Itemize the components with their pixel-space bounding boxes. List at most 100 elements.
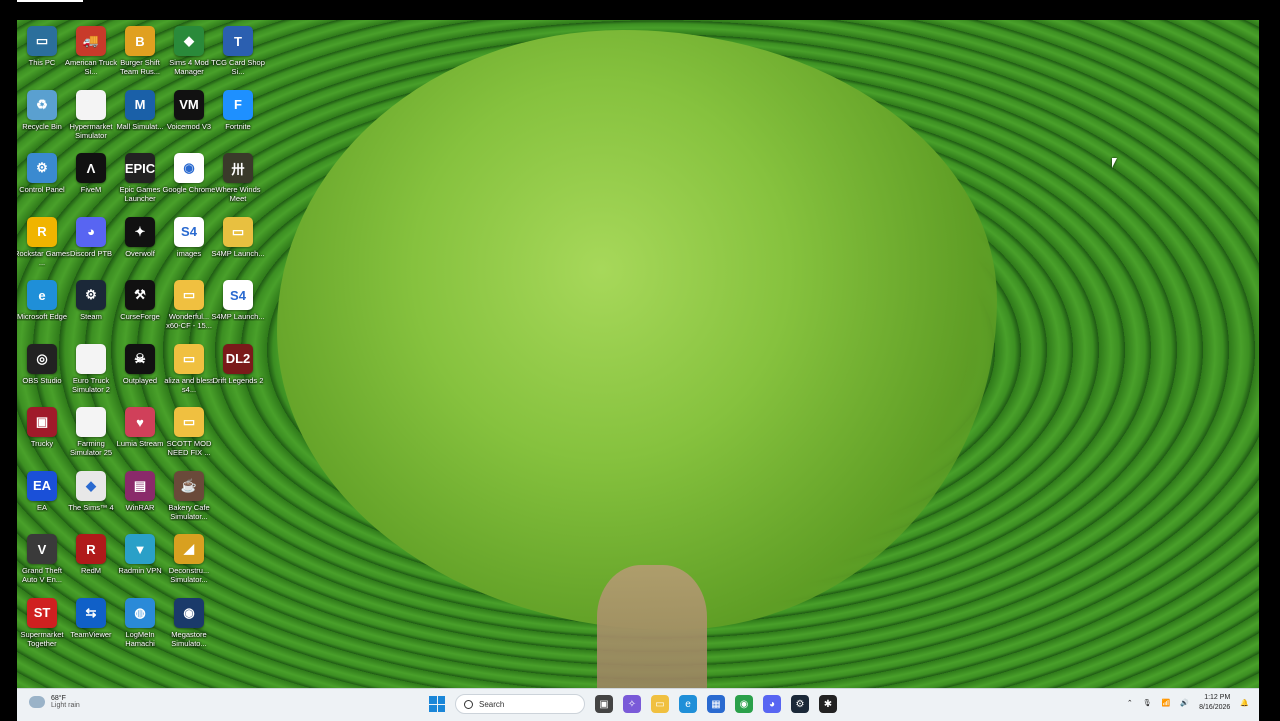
desktop-icon[interactable]: ▣ Trucky bbox=[17, 405, 67, 467]
taskbar-steam-icon[interactable]: ⚙ bbox=[791, 695, 809, 713]
time: 1:12 PM bbox=[1204, 694, 1231, 701]
microphone-icon[interactable]: 🎙 bbox=[1143, 699, 1152, 707]
desktop-icon[interactable]: DL2 Drift Legends 2 bbox=[213, 342, 263, 404]
taskbar-app-icon[interactable]: ✱ bbox=[819, 695, 837, 713]
desktop-icon[interactable]: ▭ S4MP Launch... bbox=[211, 215, 265, 277]
clock[interactable]: 1:12 PM 8/16/2026 bbox=[1199, 693, 1230, 713]
app-icon: R bbox=[27, 216, 57, 247]
desktop-icon[interactable]: B Burger Shift Team Rus... bbox=[115, 24, 165, 86]
desktop-icon-label: Steam bbox=[80, 312, 102, 321]
desktop-icon[interactable]: ◍ LogMeIn Hamachi bbox=[115, 596, 165, 658]
desktop-icon-label: Drift Legends 2 bbox=[212, 375, 264, 385]
desktop-icon[interactable]: R RedM bbox=[66, 532, 116, 594]
desktop-icon[interactable]: ▭ This PC bbox=[17, 24, 67, 86]
taskbar-copilot-icon[interactable]: ✧ bbox=[623, 695, 641, 713]
desktop-icon-label: FiveM bbox=[80, 185, 102, 194]
taskbar-search[interactable]: Search bbox=[455, 694, 585, 714]
desktop-icon-label: SCOTT MOD NEED FIX ... bbox=[166, 439, 212, 457]
desktop-icon[interactable]: ⚙ Steam bbox=[66, 278, 116, 340]
desktop-icon-label: Megastore Simulato... bbox=[171, 629, 207, 648]
desktop-icon[interactable]: EA EA bbox=[17, 469, 67, 531]
desktop-icon[interactable]: S4 images bbox=[164, 215, 214, 277]
speaker-icon[interactable]: 🔊 bbox=[1180, 699, 1189, 707]
desktop-icon[interactable]: M Mall Simulat... bbox=[115, 88, 165, 150]
desktop-icon[interactable]: V Grand Theft Auto V En... bbox=[17, 532, 67, 594]
desktop-icon[interactable]: ♻ Recycle Bin bbox=[17, 88, 67, 150]
desktop-icon[interactable]: ♥ Lumia Stream bbox=[115, 405, 165, 467]
desktop-icon-label: Radmin VPN bbox=[118, 566, 162, 575]
desktop-icon[interactable]: R Rockstar Games ... bbox=[17, 215, 70, 277]
desktop-icon[interactable]: e Microsoft Edge bbox=[17, 278, 67, 340]
desktop-icon[interactable]: ◉ Google Chrome bbox=[163, 151, 215, 213]
desktop-icon[interactable]: ⚙ Control Panel bbox=[17, 151, 67, 213]
weather-widget[interactable]: 68°F Light rain bbox=[29, 695, 80, 709]
desktop-icon-label: Burger Shift Team Rus... bbox=[119, 58, 160, 76]
desktop-icon[interactable]: ▤ WinRAR bbox=[115, 469, 165, 531]
desktop-icon[interactable]: ST Supermarket Together bbox=[17, 596, 67, 658]
start-button[interactable] bbox=[429, 696, 445, 712]
app-icon: ▭ bbox=[174, 280, 204, 310]
app-icon bbox=[76, 407, 106, 437]
desktop-icon[interactable]: EPIC Epic Games Launcher bbox=[115, 151, 165, 213]
desktop-icon[interactable]: ⚒ CurseForge bbox=[115, 278, 165, 340]
desktop-icon[interactable]: ◆ The Sims™ 4 bbox=[66, 469, 116, 531]
desktop-icon-label: WinRAR bbox=[125, 502, 155, 512]
desktop-icon[interactable]: Euro Truck Simulator 2 bbox=[66, 342, 116, 404]
desktop-icon[interactable]: VM Voicemod V3 bbox=[164, 88, 214, 150]
wallpaper-path bbox=[597, 565, 707, 688]
desktop-icon-label: Where Winds Meet bbox=[215, 185, 261, 203]
desktop-icon-label: TCG Card Shop Si... bbox=[211, 58, 265, 76]
app-icon: ⚙ bbox=[27, 153, 57, 183]
desktop-icon[interactable]: S4 S4MP Launch... bbox=[211, 278, 265, 340]
app-icon: ♥ bbox=[125, 407, 155, 437]
desktop-icon[interactable]: ▭ SCOTT MOD NEED FIX ... bbox=[164, 405, 214, 467]
desktop-icon[interactable]: ☕ Bakery Cafe Simulator... bbox=[164, 469, 214, 531]
app-icon: S4 bbox=[174, 216, 204, 247]
chevron-up-icon[interactable]: ⌃ bbox=[1127, 699, 1133, 707]
top-black-bar bbox=[0, 0, 1280, 20]
desktop-icon[interactable]: ◎ OBS Studio bbox=[17, 342, 67, 404]
desktop-icon[interactable]: ▭ aliza and bless s4... bbox=[164, 342, 214, 404]
desktop-icon[interactable]: ⇆ TeamViewer bbox=[66, 596, 116, 658]
app-icon: ◉ bbox=[174, 597, 204, 628]
desktop-icon[interactable]: T TCG Card Shop Si... bbox=[211, 24, 265, 86]
taskbar-store-icon[interactable]: ▦ bbox=[707, 695, 725, 713]
app-icon: 卅 bbox=[223, 153, 253, 183]
desktop-icon[interactable]: 卅 Where Winds Meet bbox=[213, 151, 263, 213]
app-icon: ☠ bbox=[125, 343, 155, 374]
app-icon: 🚚 bbox=[76, 26, 106, 56]
desktop-icon[interactable]: ▼ Radmin VPN bbox=[115, 532, 165, 594]
taskbar-task-view-icon[interactable]: ▣ bbox=[595, 695, 613, 713]
desktop-icon-label: Outplayed bbox=[122, 375, 158, 385]
taskbar-edge-icon[interactable]: e bbox=[679, 695, 697, 713]
desktop-icon[interactable]: ✦ Overwolf bbox=[115, 215, 165, 277]
app-icon: ▭ bbox=[27, 26, 57, 56]
app-icon: ◎ bbox=[27, 343, 57, 374]
rain-cloud-icon bbox=[29, 696, 45, 708]
app-icon: ▼ bbox=[125, 534, 155, 564]
desktop-icon-label: The Sims™ 4 bbox=[68, 502, 114, 512]
desktop-icon[interactable]: ◉ Megastore Simulato... bbox=[164, 596, 214, 658]
desktop-icon[interactable]: Farming Simulator 25 bbox=[66, 405, 116, 467]
wifi-icon[interactable]: 📶 bbox=[1162, 699, 1171, 707]
taskbar-chrome-icon[interactable]: ◉ bbox=[735, 695, 753, 713]
desktop-icon[interactable]: Hypermarket Simulator bbox=[66, 88, 116, 150]
taskbar-discord-icon[interactable]: ◕ bbox=[763, 695, 781, 713]
desktop-icon[interactable]: Λ FiveM bbox=[66, 151, 116, 213]
desktop-icon[interactable]: ◕ Discord PTB bbox=[66, 215, 116, 277]
app-icon: ♻ bbox=[27, 89, 57, 120]
desktop-icon[interactable]: ◢ Deconstru... Simulator... bbox=[164, 532, 214, 594]
desktop-icon[interactable]: 🚚 American Truck Si... bbox=[64, 24, 118, 86]
desktop-icon-label: TeamViewer bbox=[70, 629, 112, 639]
desktop-icon-label: Hypermarket Simulator bbox=[69, 121, 113, 140]
bell-icon[interactable]: 🔔 bbox=[1240, 699, 1249, 707]
desktop[interactable]: ▭ This PC 🚚 American Truck Si... B Burger Shi… bbox=[17, 20, 1259, 688]
desktop-icon[interactable]: ◆ Sims 4 Mod Manager bbox=[164, 24, 214, 86]
desktop-icon[interactable]: ☠ Outplayed bbox=[115, 342, 165, 404]
taskbar-file-explorer-icon[interactable]: ▭ bbox=[651, 695, 669, 713]
desktop-icon-label: American Truck Si... bbox=[64, 58, 118, 76]
desktop-icon-label: Farming Simulator 25 bbox=[69, 439, 113, 457]
taskbar-apps: ▣ ✧ ▭ e ▦ ◉ ◕ ⚙ ✱ bbox=[595, 695, 837, 713]
desktop-icon[interactable]: ▭ Wonderful... x60-CF - 15... bbox=[164, 278, 214, 340]
desktop-icon[interactable]: F Fortnite bbox=[213, 88, 263, 150]
